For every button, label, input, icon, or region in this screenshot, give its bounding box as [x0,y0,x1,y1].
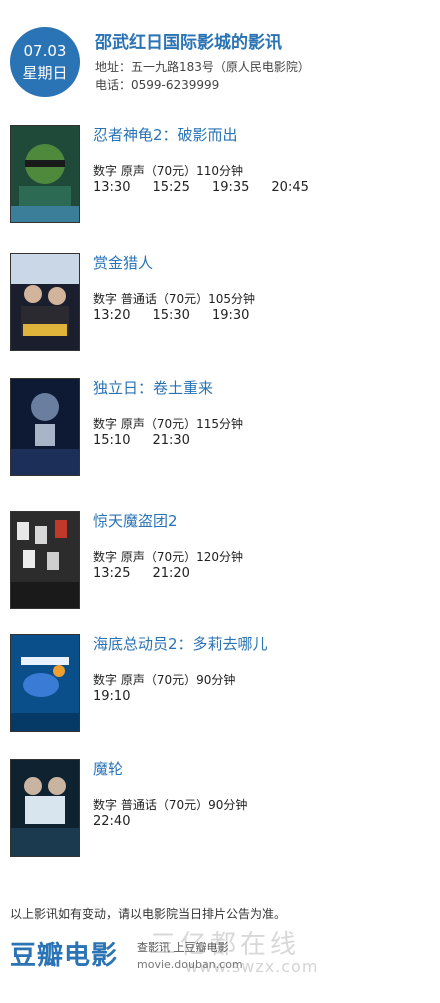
movie-item[interactable]: 惊天魔盗团2 数字 原声（70元）120分钟 13:25 21:20 [10,511,430,611]
movie-poster[interactable] [10,759,80,857]
showtime[interactable]: 13:20 [93,307,130,325]
movie-poster[interactable] [10,125,80,223]
showtime[interactable]: 20:45 [271,179,308,197]
movie-info: 数字 普通话（70元）105分钟 [93,292,255,306]
cinema-header: 07.03 星期日 邵武红日国际影城的影讯 地址：五一九路183号（原人民电影院… [10,27,430,97]
douban-url[interactable]: movie.douban.com [137,958,243,972]
movie-title[interactable]: 独立日：卷土重来 [93,378,213,398]
movie-item[interactable]: 独立日：卷土重来 数字 原声（70元）115分钟 15:10 21:30 [10,378,430,478]
showtime[interactable]: 15:30 [152,307,189,325]
cinema-title: 邵武红日国际影城的影讯 [95,33,282,53]
movie-info: 数字 原声（70元）110分钟 [93,164,243,178]
movie-info: 数字 原声（70元）90分钟 [93,673,236,687]
date-text: 07.03 [23,42,67,60]
showtimes: 13:20 15:30 19:30 [93,307,271,325]
showtime[interactable]: 13:30 [93,179,130,197]
movie-item[interactable]: 魔轮 数字 普通话（70元）90分钟 22:40 [10,759,430,859]
footer-note: 以上影讯如有变动，请以电影院当日排片公告为准。 [10,907,287,921]
showtime[interactable]: 21:30 [152,432,189,450]
showtime[interactable]: 19:30 [212,307,249,325]
movie-item[interactable]: 赏金猎人 数字 普通话（70元）105分钟 13:20 15:30 19:30 [10,253,430,353]
weekday-text: 星期日 [22,64,68,82]
cinema-address: 地址：五一九路183号（原人民电影院） [95,60,310,74]
date-badge: 07.03 星期日 [10,27,80,97]
showtimes: 19:10 [93,688,152,706]
douban-links[interactable]: 查影讯 上豆瓣电影 [137,941,229,955]
showtime[interactable]: 19:35 [212,179,249,197]
movie-title[interactable]: 赏金猎人 [93,253,153,273]
movie-info: 数字 原声（70元）120分钟 [93,550,243,564]
showtime[interactable]: 22:40 [93,813,130,831]
showtimes: 13:25 21:20 [93,565,212,583]
showtime[interactable]: 13:25 [93,565,130,583]
movie-item[interactable]: 海底总动员2：多莉去哪儿 数字 原声（70元）90分钟 19:10 [10,634,430,734]
showtime[interactable]: 15:10 [93,432,130,450]
showtime[interactable]: 21:20 [152,565,189,583]
movie-poster[interactable] [10,634,80,732]
showtimes: 15:10 21:30 [93,432,212,450]
movie-title[interactable]: 惊天魔盗团2 [93,511,178,531]
movie-poster[interactable] [10,511,80,609]
movie-poster[interactable] [10,253,80,351]
movie-info: 数字 普通话（70元）90分钟 [93,798,248,812]
movie-poster[interactable] [10,378,80,476]
cinema-phone[interactable]: 电话：0599-6239999 [95,77,219,93]
movie-title[interactable]: 海底总动员2：多莉去哪儿 [93,634,268,654]
douban-logo[interactable]: 豆瓣电影 [10,940,118,972]
movie-title[interactable]: 魔轮 [93,759,123,779]
movie-title[interactable]: 忍者神龟2：破影而出 [93,125,238,145]
movie-item[interactable]: 忍者神龟2：破影而出 数字 原声（70元）110分钟 13:30 15:25 19:… [10,125,430,225]
showtimes: 22:40 [93,813,152,831]
showtime[interactable]: 15:25 [152,179,189,197]
showtime[interactable]: 19:10 [93,688,130,706]
movie-info: 数字 原声（70元）115分钟 [93,417,243,431]
showtimes: 13:30 15:25 19:35 20:45 [93,179,331,197]
